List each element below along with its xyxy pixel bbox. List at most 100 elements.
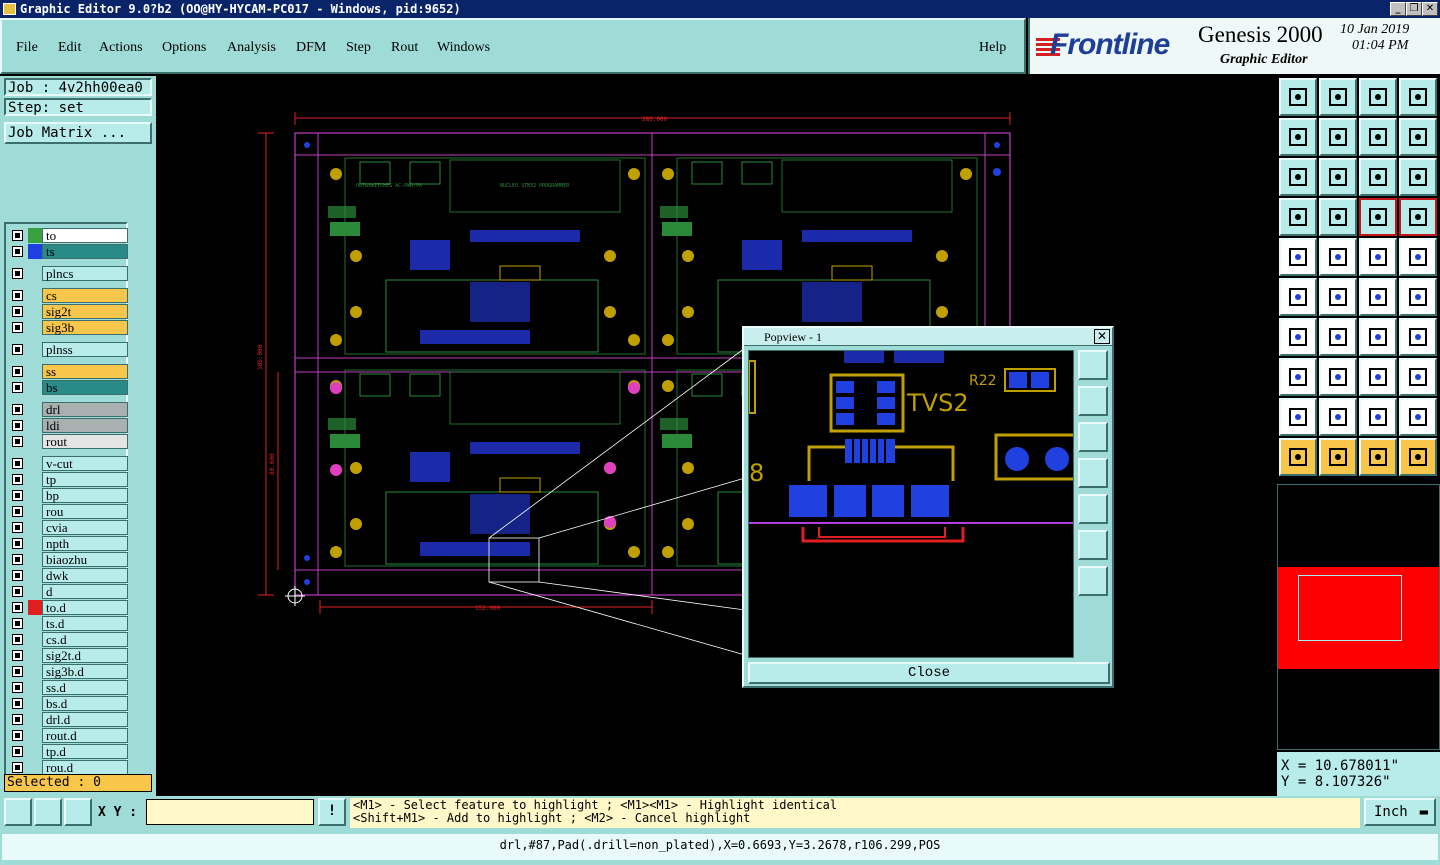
zoom-area-icon[interactable] bbox=[4, 798, 32, 826]
dim-icon[interactable] bbox=[1359, 358, 1397, 396]
upload-icon[interactable] bbox=[1279, 78, 1317, 116]
layer-checkbox[interactable] bbox=[12, 290, 23, 301]
popview-pan-left-icon[interactable] bbox=[1078, 458, 1108, 488]
unit-selector[interactable]: Inch ▬ bbox=[1364, 798, 1436, 826]
layer-checkbox[interactable] bbox=[12, 322, 23, 333]
home-icon[interactable] bbox=[1359, 78, 1397, 116]
layer-row-bs[interactable]: bs bbox=[8, 380, 128, 395]
menu-file[interactable]: File bbox=[16, 40, 38, 56]
layer-checkbox[interactable] bbox=[12, 698, 23, 709]
layer-checkbox[interactable] bbox=[12, 682, 23, 693]
popview-zoom-out-icon[interactable] bbox=[1078, 566, 1108, 596]
menu-rout[interactable]: Rout bbox=[391, 40, 418, 56]
menu-dfm[interactable]: DFM bbox=[296, 40, 326, 56]
slash-icon[interactable] bbox=[1319, 318, 1357, 356]
layer-checkbox[interactable] bbox=[12, 586, 23, 597]
popview-close-icon[interactable]: ✕ bbox=[1094, 329, 1110, 344]
layer-row-drl-d[interactable]: drl.d bbox=[8, 712, 128, 727]
maximize-button[interactable]: ❐ bbox=[1406, 2, 1422, 16]
popview-close-button[interactable]: Close bbox=[748, 662, 1110, 684]
split-icon[interactable] bbox=[1399, 318, 1437, 356]
layer-checkbox[interactable] bbox=[12, 714, 23, 725]
layer-row-bs-d[interactable]: bs.d bbox=[8, 696, 128, 711]
layer-checkbox[interactable] bbox=[12, 458, 23, 469]
move-left-icon[interactable] bbox=[1279, 118, 1317, 156]
layout-icon[interactable] bbox=[1399, 78, 1437, 116]
layer-row-cvia[interactable]: cvia bbox=[8, 520, 128, 535]
layer-checkbox[interactable] bbox=[12, 474, 23, 485]
layer-row-d[interactable]: d bbox=[8, 584, 128, 599]
layer-checkbox[interactable] bbox=[12, 382, 23, 393]
layer-row-v-cut[interactable]: v-cut bbox=[8, 456, 128, 471]
layer-checkbox[interactable] bbox=[12, 634, 23, 645]
popview-zoom-view[interactable]: TVS2 R22 8 bbox=[748, 350, 1074, 658]
layer-row-ss[interactable]: ss bbox=[8, 364, 128, 379]
layer-checkbox[interactable] bbox=[12, 570, 23, 581]
overview-viewport[interactable] bbox=[1298, 575, 1402, 641]
xy-input[interactable] bbox=[146, 799, 314, 825]
layer-checkbox[interactable] bbox=[12, 436, 23, 447]
close-button[interactable]: ✕ bbox=[1422, 2, 1438, 16]
layer-checkbox[interactable] bbox=[12, 650, 23, 661]
select-icon[interactable] bbox=[1279, 358, 1317, 396]
layer-checkbox[interactable] bbox=[12, 666, 23, 677]
layer-row-rout-d[interactable]: rout.d bbox=[8, 728, 128, 743]
layer-row-to-d[interactable]: to.d bbox=[8, 600, 128, 615]
arrow-icon[interactable] bbox=[1359, 278, 1397, 316]
feature-icon[interactable] bbox=[1279, 238, 1317, 276]
menu-options[interactable]: Options bbox=[162, 40, 206, 56]
layer-row-ss-d[interactable]: ss.d bbox=[8, 680, 128, 695]
swap-icon[interactable] bbox=[1359, 118, 1397, 156]
ruler-icon[interactable] bbox=[1359, 238, 1397, 276]
layer-row-to[interactable]: to bbox=[8, 228, 128, 243]
menu-actions[interactable]: Actions bbox=[99, 40, 143, 56]
menu-analysis[interactable]: Analysis bbox=[227, 40, 276, 56]
layer-row-cs-d[interactable]: cs.d bbox=[8, 632, 128, 647]
menu-help[interactable]: Help bbox=[979, 40, 1006, 56]
pointer-diag-icon[interactable] bbox=[1359, 438, 1397, 476]
shape-icon[interactable] bbox=[1399, 358, 1437, 396]
layer-row-plncs[interactable]: plncs bbox=[8, 266, 128, 281]
menu-edit[interactable]: Edit bbox=[58, 40, 81, 56]
layer-row-sig3b[interactable]: sig3b bbox=[8, 320, 128, 335]
layer-checkbox[interactable] bbox=[12, 344, 23, 355]
scale-icon[interactable] bbox=[1359, 158, 1397, 196]
measure-icon[interactable] bbox=[1319, 358, 1357, 396]
popview-zoom-icon[interactable] bbox=[1078, 350, 1108, 380]
triangle3-icon[interactable] bbox=[1359, 398, 1397, 436]
popview-pan-right-icon[interactable] bbox=[1078, 494, 1108, 524]
popview-zoom-in-icon[interactable] bbox=[1078, 530, 1108, 560]
layer-checkbox[interactable] bbox=[12, 246, 23, 257]
layer-row-plnss[interactable]: plnss bbox=[8, 342, 128, 357]
layer-checkbox[interactable] bbox=[12, 602, 23, 613]
move-right-icon[interactable] bbox=[1319, 118, 1357, 156]
draw-icon[interactable] bbox=[1279, 318, 1317, 356]
triangle2-icon[interactable] bbox=[1319, 398, 1357, 436]
job-matrix-button[interactable]: Job Matrix ... bbox=[4, 122, 152, 144]
cross-icon[interactable] bbox=[1319, 278, 1357, 316]
center-icon[interactable] bbox=[1319, 158, 1357, 196]
layer-row-rout[interactable]: rout bbox=[8, 434, 128, 449]
layer-row-rou-d[interactable]: rou.d bbox=[8, 760, 128, 775]
menu-windows[interactable]: Windows bbox=[437, 40, 490, 56]
pointer-box-icon[interactable] bbox=[1319, 438, 1357, 476]
tool-icon[interactable] bbox=[1279, 198, 1317, 236]
layer-row-cs[interactable]: cs bbox=[8, 288, 128, 303]
net-select-icon[interactable] bbox=[1399, 198, 1437, 236]
layer-row-sig2t-d[interactable]: sig2t.d bbox=[8, 648, 128, 663]
layer-checkbox[interactable] bbox=[12, 268, 23, 279]
layer-row-sig3b-d[interactable]: sig3b.d bbox=[8, 664, 128, 679]
line-icon[interactable] bbox=[1319, 238, 1357, 276]
menu-step[interactable]: Step bbox=[346, 40, 371, 56]
layer-row-ldi[interactable]: ldi bbox=[8, 418, 128, 433]
net-icon[interactable] bbox=[1359, 198, 1397, 236]
layer-checkbox[interactable] bbox=[12, 538, 23, 549]
layer-checkbox[interactable] bbox=[12, 420, 23, 431]
layer-checkbox[interactable] bbox=[12, 404, 23, 415]
minimize-button[interactable]: _ bbox=[1390, 2, 1406, 16]
layer-checkbox[interactable] bbox=[12, 306, 23, 317]
layer-row-tp[interactable]: tp bbox=[8, 472, 128, 487]
help-icon[interactable] bbox=[1399, 158, 1437, 196]
route-icon[interactable] bbox=[1399, 118, 1437, 156]
popview-pan-up-icon[interactable] bbox=[1078, 386, 1108, 416]
